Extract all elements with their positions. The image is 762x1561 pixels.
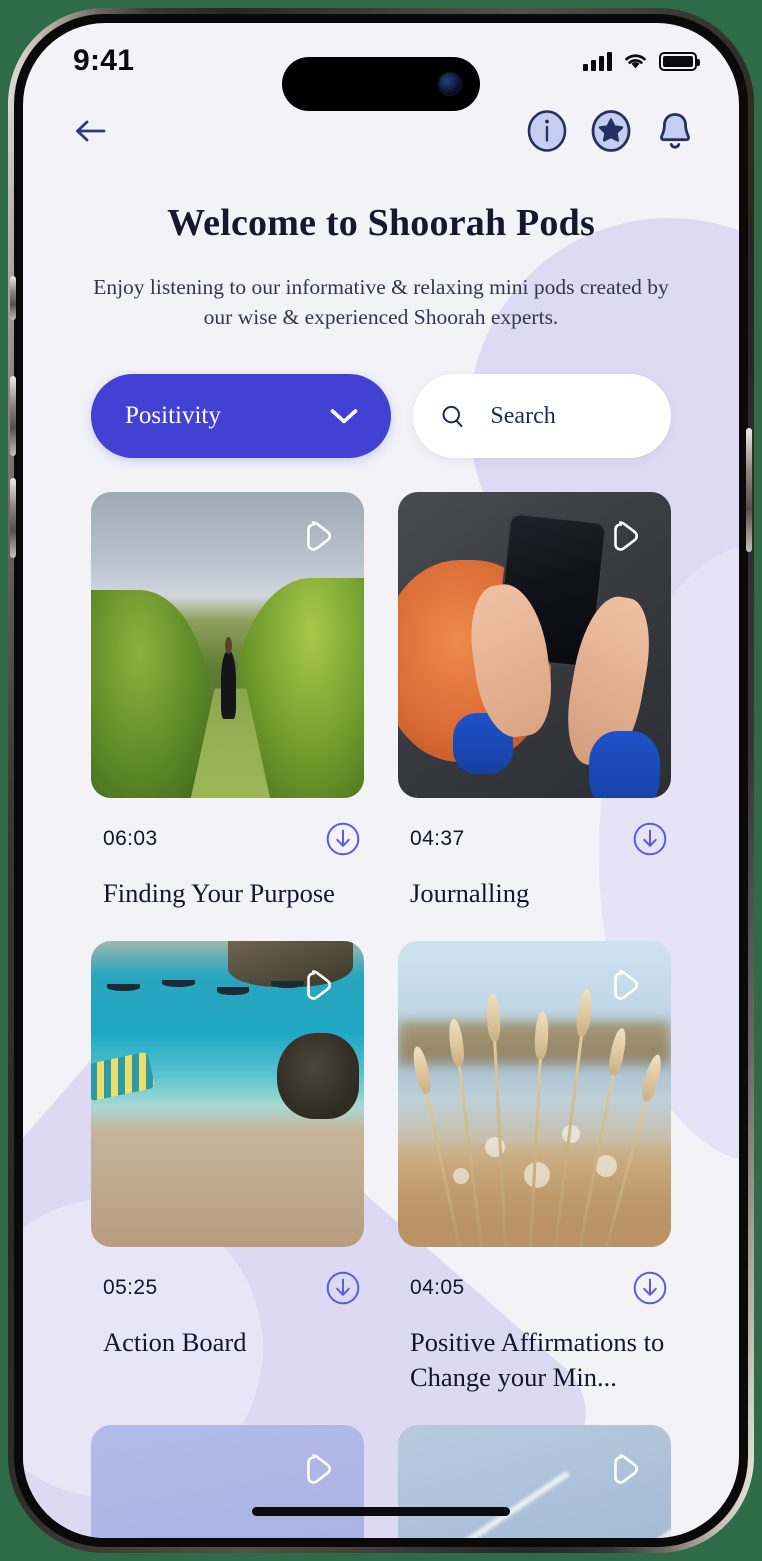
pod-card[interactable]: 05:25 Action Board <box>91 941 364 1395</box>
play-icon[interactable] <box>607 965 649 1007</box>
pod-title: Finding Your Purpose <box>103 878 335 909</box>
status-icons <box>583 51 700 71</box>
pod-artwork[interactable] <box>398 1425 671 1538</box>
pod-artwork[interactable] <box>91 941 364 1248</box>
pod-duration: 04:37 <box>410 827 465 851</box>
pod-title: Positive Affirmations to Change your Min… <box>410 1327 665 1393</box>
dynamic-island <box>282 57 480 111</box>
phone-frame: 9:41 Welcome to Shoorah Pods Enjoy liste… <box>8 8 754 1553</box>
download-circle-icon[interactable] <box>633 822 667 856</box>
phone-screen: 9:41 Welcome to Shoorah Pods Enjoy liste… <box>23 23 739 1538</box>
category-filter-label: Positivity <box>125 402 221 430</box>
pod-duration: 06:03 <box>103 827 158 851</box>
download-circle-icon[interactable] <box>633 1271 667 1305</box>
back-button[interactable] <box>73 111 113 151</box>
page-subtitle: Enjoy listening to our informative & rel… <box>93 275 669 329</box>
favourites-button[interactable] <box>589 109 633 153</box>
info-button[interactable] <box>525 109 569 153</box>
silent-switch[interactable] <box>10 276 16 320</box>
bell-icon <box>660 113 690 149</box>
pod-meta: 04:05 <box>398 1247 671 1305</box>
download-circle-icon[interactable] <box>326 822 360 856</box>
pod-title: Journalling <box>410 878 530 909</box>
play-icon[interactable] <box>300 1449 342 1491</box>
pod-artwork[interactable] <box>398 492 671 799</box>
pod-meta: 05:25 <box>91 1247 364 1305</box>
pod-card[interactable]: 06:03 Finding Your Purpose <box>91 492 364 911</box>
pod-artwork[interactable] <box>398 941 671 1248</box>
pod-card[interactable]: 04:37 Journalling <box>398 492 671 911</box>
pod-artwork[interactable] <box>91 1425 364 1538</box>
power-button[interactable] <box>746 428 752 552</box>
pod-duration: 04:05 <box>410 1276 465 1300</box>
phone-bezel: 9:41 Welcome to Shoorah Pods Enjoy liste… <box>14 14 748 1547</box>
header-actions <box>525 109 697 153</box>
back-arrow-icon <box>76 120 106 142</box>
status-time: 9:41 <box>73 44 135 77</box>
title-block: Welcome to Shoorah Pods Enjoy listening … <box>23 153 739 332</box>
search-input[interactable] <box>490 402 643 430</box>
front-camera-icon <box>439 73 461 95</box>
pod-card[interactable] <box>398 1425 671 1538</box>
page-title: Welcome to Shoorah Pods <box>167 202 595 244</box>
play-icon[interactable] <box>607 516 649 558</box>
volume-down-button[interactable] <box>10 478 16 558</box>
pod-card[interactable]: 04:05 Positive Affirmations to Change yo… <box>398 941 671 1395</box>
star-badge-icon <box>591 110 631 152</box>
notifications-button[interactable] <box>653 109 697 153</box>
search-box[interactable] <box>413 374 671 459</box>
play-icon[interactable] <box>300 965 342 1007</box>
download-circle-icon[interactable] <box>326 1271 360 1305</box>
search-icon <box>442 405 463 427</box>
pod-card[interactable] <box>91 1425 364 1538</box>
home-indicator[interactable] <box>252 1507 510 1516</box>
filter-search-row: Positivity <box>23 332 739 459</box>
cellular-signal-icon <box>583 51 612 71</box>
chevron-down-icon <box>330 409 358 424</box>
pod-duration: 05:25 <box>103 1276 158 1300</box>
volume-up-button[interactable] <box>10 376 16 456</box>
info-icon <box>527 110 567 152</box>
battery-full-icon <box>659 51 700 71</box>
pod-title: Action Board <box>103 1327 247 1358</box>
pod-meta: 04:37 <box>398 798 671 856</box>
wifi-icon <box>625 54 646 69</box>
pod-meta: 06:03 <box>91 798 364 856</box>
category-filter-dropdown[interactable]: Positivity <box>91 374 391 459</box>
pods-grid: 06:03 Finding Your Purpose 04:37 Journal… <box>23 458 739 1538</box>
play-icon[interactable] <box>300 516 342 558</box>
play-icon[interactable] <box>607 1449 649 1491</box>
pod-artwork[interactable] <box>91 492 364 799</box>
